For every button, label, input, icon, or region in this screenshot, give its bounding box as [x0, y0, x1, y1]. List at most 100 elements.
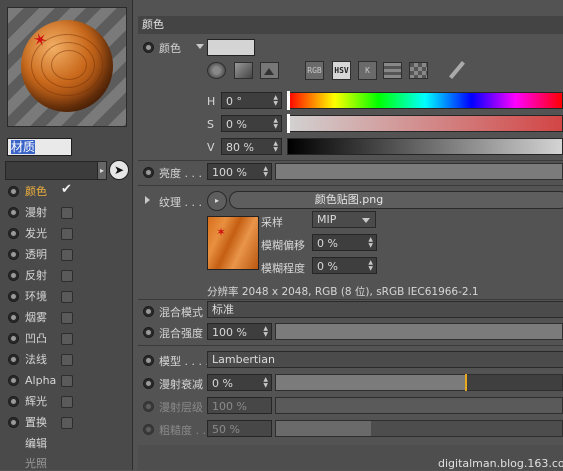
channel-anim-radio[interactable]: [8, 228, 19, 239]
saturation-marker[interactable]: [287, 114, 290, 133]
texture-thumbnail[interactable]: ✶: [207, 216, 259, 270]
channel-checkbox[interactable]: [61, 207, 73, 219]
channel-checkbox[interactable]: [61, 312, 73, 324]
diffuse-falloff-field[interactable]: 0 % ▲ ▼: [207, 374, 272, 391]
red-mark: ✶: [216, 225, 227, 239]
model-dropdown[interactable]: Lambertian: [207, 351, 563, 368]
material-preview[interactable]: ✶: [7, 7, 127, 127]
channel-item[interactable]: 法线: [8, 350, 84, 369]
mode-hsv-button[interactable]: HSV: [332, 61, 351, 80]
brightness-field[interactable]: 100 % ▲ ▼: [207, 163, 272, 180]
channel-anim-radio[interactable]: [8, 312, 19, 323]
saturation-gradient-bar[interactable]: [287, 115, 563, 132]
channel-checkbox[interactable]: [61, 396, 73, 408]
diffuse-falloff-label: 漫射衰减: [159, 378, 203, 391]
brightness-anim-radio[interactable]: [143, 167, 154, 178]
channel-item[interactable]: 漫射: [8, 203, 84, 222]
color-label: 颜色: [159, 42, 181, 55]
h-field[interactable]: 0 ° ▲ ▼: [221, 92, 282, 109]
divider: [138, 299, 563, 300]
channel-filter-field[interactable]: [5, 161, 99, 180]
checkmark-icon[interactable]: ✔: [61, 183, 72, 196]
channel-item[interactable]: 凹凸: [8, 329, 84, 348]
blur-scale-field[interactable]: 0 % ▲ ▼: [312, 257, 377, 274]
color-wheel-icon[interactable]: [207, 62, 226, 79]
channel-item[interactable]: 反射: [8, 266, 84, 285]
channel-item[interactable]: 透明: [8, 245, 84, 264]
color-anim-radio[interactable]: [143, 42, 154, 53]
channel-anim-radio[interactable]: [8, 333, 19, 344]
channel-checkbox[interactable]: [61, 249, 73, 261]
channel-label: 环境: [25, 290, 47, 303]
channel-anim-radio[interactable]: [8, 207, 19, 218]
texture-expand-arrow[interactable]: [145, 196, 150, 204]
eyedropper-icon[interactable]: [449, 61, 465, 79]
model-anim-radio[interactable]: [143, 355, 154, 366]
channel-item[interactable]: 发光: [8, 224, 84, 243]
channel-checkbox[interactable]: [61, 375, 73, 387]
mode-k-button[interactable]: K: [358, 61, 377, 80]
texture-menu-button[interactable]: ▸: [207, 191, 227, 211]
channel-checkbox[interactable]: [61, 228, 73, 240]
channel-item[interactable]: 辉光: [8, 392, 84, 411]
channel-item[interactable]: 置换: [8, 413, 84, 432]
blur-offset-field[interactable]: 0 % ▲ ▼: [312, 234, 377, 251]
v-label: V: [207, 141, 215, 154]
spectrum-icon[interactable]: [234, 62, 253, 79]
mix-strength-anim-radio[interactable]: [143, 327, 154, 338]
diffuse-falloff-marker[interactable]: [465, 374, 467, 391]
chevron-down-icon: [362, 218, 370, 223]
channel-label: 反射: [25, 269, 47, 282]
channel-item[interactable]: Alpha: [8, 371, 84, 390]
channel-checkbox[interactable]: [61, 333, 73, 345]
hue-marker[interactable]: [287, 91, 290, 110]
channel-anim-radio[interactable]: [8, 186, 19, 197]
channel-label: 凹凸: [25, 332, 47, 345]
channel-checkbox[interactable]: [61, 354, 73, 366]
swatches-icon[interactable]: [409, 62, 428, 79]
mode-rgb-button[interactable]: RGB: [305, 61, 324, 80]
channel-anim-radio[interactable]: [8, 375, 19, 386]
sampling-dropdown[interactable]: MIP: [312, 211, 376, 228]
channel-checkbox[interactable]: [61, 417, 73, 429]
image-picker-icon[interactable]: [260, 62, 279, 79]
diffuse-falloff-anim-radio[interactable]: [143, 378, 154, 389]
channel-anim-radio[interactable]: [8, 396, 19, 407]
material-name-field[interactable]: 材质: [7, 138, 72, 156]
channel-edit[interactable]: 编辑: [25, 435, 47, 451]
s-field[interactable]: 0 % ▲ ▼: [221, 115, 282, 132]
roughness-label: 粗糙度 . .: [159, 424, 206, 437]
value-gradient-bar[interactable]: [287, 138, 563, 155]
channel-checkbox[interactable]: [61, 270, 73, 282]
channel-checkbox[interactable]: [61, 291, 73, 303]
v-field[interactable]: 80 % ▲ ▼: [221, 138, 282, 155]
blur-scale-label: 模糊程度: [261, 262, 305, 275]
sliders-icon[interactable]: [383, 62, 402, 79]
channel-light[interactable]: 光照: [25, 455, 47, 471]
brightness-slider[interactable]: [275, 163, 563, 180]
mix-mode-anim-radio[interactable]: [143, 306, 154, 317]
color-expand-arrow[interactable]: [196, 44, 204, 49]
mix-mode-dropdown[interactable]: 标准: [207, 301, 563, 318]
mix-strength-slider[interactable]: [275, 323, 563, 340]
pointer-icon[interactable]: ➤: [109, 160, 129, 180]
roughness-slider: [275, 420, 563, 437]
channel-item[interactable]: 烟雾: [8, 308, 84, 327]
filter-dropdown-arrow[interactable]: ▸: [97, 161, 107, 180]
channel-label: 透明: [25, 248, 47, 261]
hue-gradient-bar[interactable]: [287, 92, 563, 109]
channel-anim-radio[interactable]: [8, 249, 19, 260]
channel-item[interactable]: 颜色 ✔: [8, 182, 84, 201]
channel-anim-radio[interactable]: [8, 270, 19, 281]
channel-label: 漫射: [25, 206, 47, 219]
color-swatch[interactable]: [207, 39, 255, 56]
channel-anim-radio[interactable]: [8, 291, 19, 302]
channel-item[interactable]: 环境: [8, 287, 84, 306]
diffuse-falloff-slider[interactable]: [275, 374, 563, 391]
texture-file-button[interactable]: 颜色贴图.png: [229, 191, 563, 209]
channel-anim-radio[interactable]: [8, 354, 19, 365]
channel-label: 辉光: [25, 395, 47, 408]
channel-anim-radio[interactable]: [8, 417, 19, 428]
channel-label: 发光: [25, 227, 47, 240]
mix-strength-field[interactable]: 100 % ▲ ▼: [207, 323, 272, 340]
